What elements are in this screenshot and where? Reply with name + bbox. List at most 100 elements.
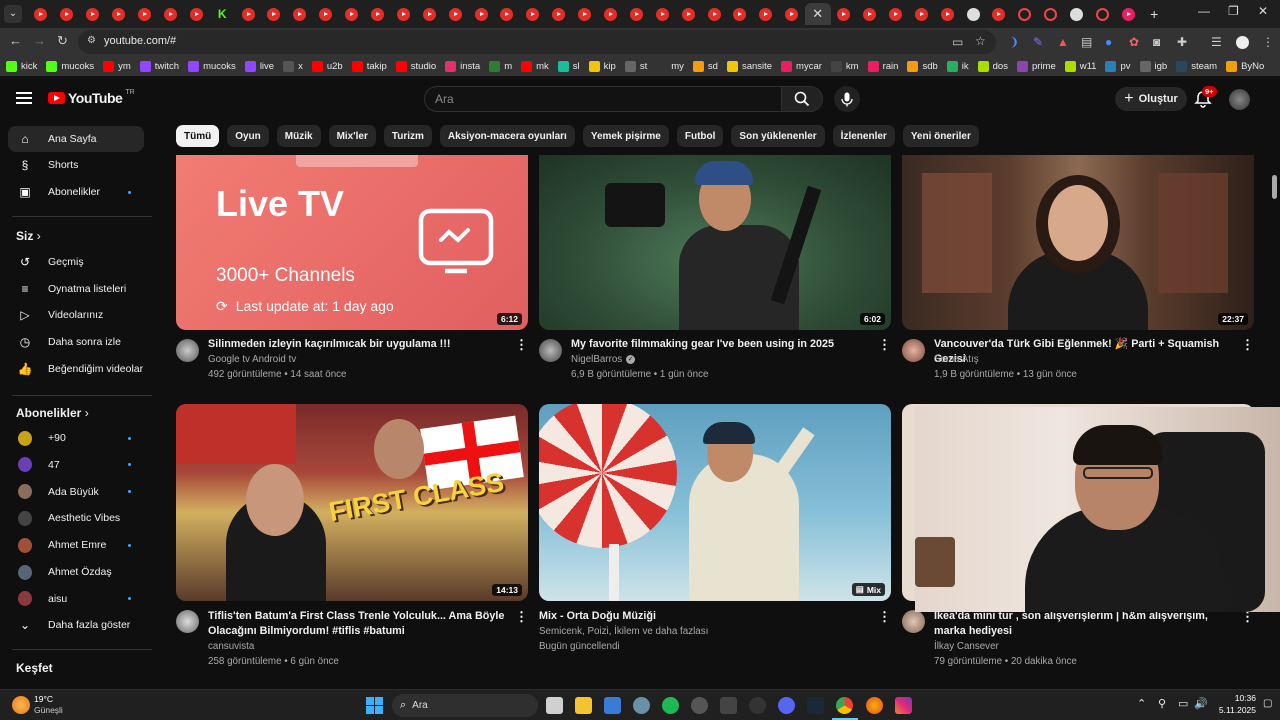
browser-tab[interactable] (960, 3, 986, 25)
extension-icon[interactable]: ✿ (1129, 35, 1139, 49)
firefox-icon[interactable] (866, 697, 883, 714)
filter-chip[interactable]: İzlenenler (832, 125, 895, 147)
microphone-tray-icon[interactable]: ⚲ (1158, 697, 1166, 710)
bookmark-item[interactable]: pv (1105, 59, 1131, 74)
video-card[interactable]: Live TV 3000+ Channels ⟳ Last update at: … (176, 155, 528, 385)
search-input[interactable] (435, 92, 765, 106)
extensions-puzzle-icon[interactable]: ✚ (1177, 35, 1187, 49)
video-card[interactable]: 22:37 Vancouver'da Türk Gibi Eğlenmek! 🎉… (902, 155, 1254, 385)
bookmark-item[interactable]: kip (588, 59, 616, 74)
channel-name[interactable]: Sema Atış (934, 352, 979, 367)
url-text[interactable]: youtube.com/# (104, 35, 176, 47)
bookmark-item[interactable]: w11 (1064, 59, 1096, 74)
browser-tab[interactable] (183, 3, 209, 25)
forward-icon[interactable]: → (33, 33, 46, 48)
channel-name[interactable]: cansuvista (208, 639, 254, 654)
tab-search-button[interactable]: ⌄ (4, 5, 22, 23)
taskbar-search[interactable]: ⌕ Ara (392, 694, 538, 717)
sidebar-subscriptions-heading[interactable]: Abonelikler › (16, 406, 89, 420)
task-view-icon[interactable] (546, 697, 563, 714)
browser-tab[interactable] (494, 3, 520, 25)
bookmark-item[interactable]: my (656, 59, 684, 74)
bookmark-item[interactable]: prime (1016, 59, 1056, 74)
sidebar-item-subscription[interactable]: Aesthetic Vibes (8, 505, 144, 531)
video-thumbnail[interactable]: 6:02 (539, 155, 891, 330)
sidebar-item-subscription[interactable]: aisu (8, 586, 144, 612)
clock-time[interactable]: 10:36 (1216, 693, 1256, 703)
filter-chip[interactable]: Yeni öneriler (902, 125, 979, 147)
bookmark-item[interactable]: mk (521, 59, 549, 74)
filter-chip[interactable]: Mix'ler (328, 125, 376, 147)
browser-tab[interactable] (701, 3, 727, 25)
bookmark-item[interactable]: sd (692, 59, 718, 74)
browser-menu-icon[interactable]: ⋮ (1262, 35, 1274, 49)
browser-tab[interactable] (287, 3, 313, 25)
sidebar-item-subscription[interactable]: Ahmet Özdaş (8, 559, 144, 585)
voice-search-button[interactable] (834, 86, 860, 112)
extension-icon[interactable]: ❩ (1009, 35, 1019, 49)
browser-tab[interactable] (857, 3, 883, 25)
bookmark-item[interactable]: ByNo (1226, 59, 1264, 74)
search-button[interactable] (781, 86, 823, 112)
sidebar-item-subscription[interactable]: Ahmet Emre (8, 532, 144, 558)
browser-tab[interactable] (390, 3, 416, 25)
minimize-button[interactable]: — (1198, 4, 1210, 18)
more-actions-icon[interactable]: ⋮ (878, 337, 891, 353)
browser-tab[interactable] (753, 3, 779, 25)
browser-tab[interactable] (132, 3, 158, 25)
browser-tab[interactable] (934, 3, 960, 25)
browser-tab[interactable] (80, 3, 106, 25)
browser-tab[interactable] (28, 3, 54, 25)
cast-icon[interactable]: ▭ (952, 35, 963, 49)
video-title[interactable]: Silinmeden izleyin kaçırılmıcak bir uygu… (208, 337, 508, 352)
browser-tab[interactable] (649, 3, 675, 25)
sidebar-item-subscription[interactable]: Ada Büyük (8, 479, 144, 505)
reading-list-icon[interactable]: ☰ (1211, 35, 1222, 49)
clock-date[interactable]: 5.11.2025 (1206, 705, 1256, 715)
bookmark-item[interactable]: igb (1139, 59, 1167, 74)
more-actions-icon[interactable]: ⋮ (1241, 337, 1254, 353)
file-explorer-icon[interactable] (575, 697, 592, 714)
filter-chip[interactable]: Aksiyon-macera oyunları (439, 125, 575, 147)
close-window-button[interactable]: ✕ (1258, 4, 1268, 18)
sidebar-item-playlists[interactable]: ≡ Oynatma listeleri (8, 276, 144, 302)
maximize-button[interactable]: ❐ (1228, 4, 1239, 18)
browser-tab[interactable] (675, 3, 701, 25)
more-actions-icon[interactable]: ⋮ (515, 337, 528, 353)
browser-tab[interactable] (261, 3, 287, 25)
bookmark-item[interactable]: mucoks (188, 59, 236, 74)
extension-icon[interactable]: ● (1105, 35, 1112, 49)
profile-icon[interactable] (1236, 36, 1249, 49)
browser-tab[interactable] (1090, 3, 1116, 25)
settings-icon[interactable] (633, 697, 650, 714)
browser-tab[interactable] (727, 3, 753, 25)
reload-icon[interactable]: ↻ (57, 33, 68, 49)
filter-chip[interactable]: Oyun (227, 125, 269, 147)
channel-name[interactable]: NigelBarros (571, 352, 622, 367)
channel-avatar[interactable] (176, 610, 199, 633)
new-tab-button[interactable]: + (1141, 3, 1167, 25)
instagram-icon[interactable] (895, 697, 912, 714)
address-bar[interactable]: ⚙ youtube.com/# ▭ ☆ (78, 30, 996, 54)
browser-tab[interactable] (442, 3, 468, 25)
extension-icon[interactable]: ✎ (1033, 35, 1043, 49)
bookmark-star-icon[interactable]: ☆ (975, 34, 986, 48)
bookmark-item[interactable]: sansite (726, 59, 772, 74)
sidebar-you-heading[interactable]: Siz › (16, 229, 41, 243)
create-button[interactable]: + Oluştur (1115, 87, 1187, 111)
browser-tab[interactable] (468, 3, 494, 25)
browser-tab[interactable] (598, 3, 624, 25)
site-info-icon[interactable]: ⚙ (87, 35, 96, 46)
video-thumbnail[interactable]: Live TV 3000+ Channels ⟳ Last update at: … (176, 155, 528, 330)
bookmark-item[interactable]: u2b (311, 59, 343, 74)
bookmark-item[interactable]: mucoks (46, 59, 94, 74)
browser-tab[interactable] (986, 3, 1012, 25)
app-icon[interactable] (720, 697, 737, 714)
browser-tab[interactable] (365, 3, 391, 25)
page-scrollbar[interactable] (1270, 155, 1278, 685)
windows-start-icon[interactable] (366, 697, 383, 714)
weather-desc[interactable]: Güneşli (34, 705, 63, 715)
youtube-logo[interactable]: YouTube TR (48, 89, 135, 106)
browser-tab[interactable] (339, 3, 365, 25)
bookmark-item[interactable]: mycar (781, 59, 822, 74)
